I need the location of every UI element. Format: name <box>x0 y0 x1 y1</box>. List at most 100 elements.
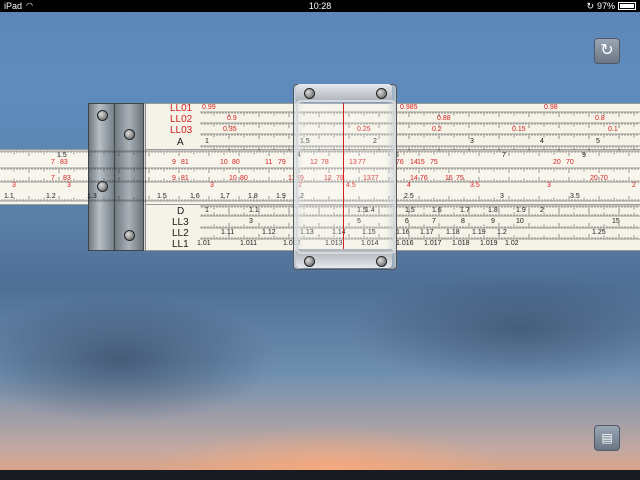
scale-number-ll2: 1.25 <box>592 229 606 236</box>
scale-number-t: 81 <box>181 159 189 166</box>
scale-number-ll02: 0.88 <box>437 115 451 122</box>
scale-number-c: 1.5 <box>157 193 167 200</box>
scale-number-a: 5 <box>596 138 600 145</box>
scale-number-ll2: 1.2 <box>497 229 507 236</box>
scale-number-s: 15 <box>445 175 453 182</box>
scale-number-c: 3.5 <box>570 193 580 200</box>
scale-number-d: 1.5 <box>405 207 415 214</box>
scale-number-c: 3 <box>500 193 504 200</box>
scale-number-c-red: 3 <box>12 182 16 189</box>
scale-number-s: 14 <box>410 175 418 182</box>
scale-number-ll03: 0.15 <box>512 126 526 133</box>
scale-number-c-red: 3 <box>547 182 551 189</box>
scale-number-ll2: 1.16 <box>396 229 410 236</box>
scale-number-ll2: 1.18 <box>446 229 460 236</box>
scale-number-ll02: 0.8 <box>595 115 605 122</box>
scale-number-c: 1.8 <box>248 193 258 200</box>
scale-number-ll03: 0.1 <box>608 126 618 133</box>
scale-number-s: 9 <box>172 175 176 182</box>
scale-number-d: 1.6 <box>432 207 442 214</box>
scale-number-ll1: 1.016 <box>396 240 414 247</box>
scale-number-c: 1.7 <box>220 193 230 200</box>
scale-number-t: 11 <box>265 159 273 166</box>
scale-number-c: 1.1 <box>4 193 14 200</box>
scale-number-t: 15 <box>417 159 425 166</box>
scale-label-d: D <box>177 206 185 217</box>
scale-number-ll3: 3 <box>249 218 253 225</box>
scale-number-ll3: 6 <box>405 218 409 225</box>
scale-label-ll2: LL2 <box>172 228 189 239</box>
scale-number-ll01: 0.985 <box>400 104 418 111</box>
scale-number-ll01: 0.99 <box>202 104 216 111</box>
scale-number-ll3: 9 <box>491 218 495 225</box>
scale-number-ll2: 1.12 <box>262 229 276 236</box>
scale-number-c: 2.5 <box>404 193 414 200</box>
scale-number-ll1: 1.01 <box>197 240 211 247</box>
scale-number-b: 9 <box>582 152 586 159</box>
scale-number-t: 7 <box>51 159 55 166</box>
scale-number-c: 1.6 <box>190 193 200 200</box>
scale-number-c: 1.3 <box>87 193 97 200</box>
scale-number-d: 1.7 <box>460 207 470 214</box>
scale-number-t: 70 <box>566 159 574 166</box>
scale-number-t: 83 <box>60 159 68 166</box>
scale-number-t: 80 <box>232 159 240 166</box>
scale-number-t: 75 <box>430 159 438 166</box>
scale-number-ll3: 15 <box>612 218 620 225</box>
scale-number-s: 76 <box>420 175 428 182</box>
scale-number-c-red: 2 <box>632 182 636 189</box>
scale-number-ll03: 0.35 <box>223 126 237 133</box>
scale-label-a: A <box>177 137 184 148</box>
cursor-screw <box>304 256 315 267</box>
scale-number-s: 20 <box>590 175 598 182</box>
scale-number-c: 1.2 <box>46 193 56 200</box>
scale-number-c-red: 3 <box>210 182 214 189</box>
cursor-screw <box>304 88 315 99</box>
scale-label-ll03: LL03 <box>170 125 193 136</box>
scale-number-s: 75 <box>456 175 464 182</box>
scale-number-c-red: 4 <box>407 182 411 189</box>
scale-number-ll1: 1.011 <box>240 240 257 247</box>
scale-number-b: 7 <box>502 152 506 159</box>
scale-number-t: 79 <box>278 159 286 166</box>
scale-number-ll02: 0.9 <box>227 115 237 122</box>
scale-number-s: 81 <box>181 175 189 182</box>
scale-number-s: 10 <box>229 175 237 182</box>
scale-number-ll03: 0.2 <box>432 126 442 133</box>
cursor-hairline <box>343 103 344 249</box>
scale-number-t: 10 <box>220 159 228 166</box>
scale-number-ll3: 7 <box>432 218 436 225</box>
scale-number-d: 1.9 <box>516 207 526 214</box>
scale-number-d: 1.1 <box>249 207 259 214</box>
cursor-screw <box>376 256 387 267</box>
scale-number-d: 1 <box>205 207 209 214</box>
scale-label-ll01: LL01 <box>170 103 193 114</box>
scale-number-c: 1.9 <box>276 193 286 200</box>
scale-number-ll2: 1.19 <box>472 229 486 236</box>
scale-label-ll1: LL1 <box>172 239 189 250</box>
cursor-glass[interactable] <box>296 100 396 254</box>
scale-number-ll1: 1.018 <box>452 240 470 247</box>
scale-number-t: 20 <box>553 159 561 166</box>
scale-number-ll2: 1.17 <box>420 229 434 236</box>
scale-number-s: 80 <box>240 175 248 182</box>
scale-number-ll1: 1.02 <box>505 240 519 247</box>
scale-number-s: 83 <box>63 175 71 182</box>
scale-number-a: 1 <box>205 138 209 145</box>
scale-number-a: 3 <box>470 138 474 145</box>
scale-number-t: 9 <box>172 159 176 166</box>
scale-number-s: 70 <box>600 175 608 182</box>
scale-number-d: 1.8 <box>488 207 498 214</box>
scale-label-ll02: LL02 <box>170 114 193 125</box>
scale-number-t: 76 <box>396 159 404 166</box>
scale-number-c-red: 3 <box>67 182 71 189</box>
scale-number-ll01: 0.98 <box>544 104 558 111</box>
scale-number-c-red: 3.5 <box>470 182 480 189</box>
scale-number-a: 4 <box>540 138 544 145</box>
scale-number-ll1: 1.017 <box>424 240 442 247</box>
scale-number-ll1: 1.019 <box>480 240 498 247</box>
scale-number-ll3: 8 <box>461 218 465 225</box>
scale-number-s: 7 <box>51 175 55 182</box>
scale-number-b: 1.5 <box>57 152 67 159</box>
scale-number-ll3: 10 <box>516 218 524 225</box>
